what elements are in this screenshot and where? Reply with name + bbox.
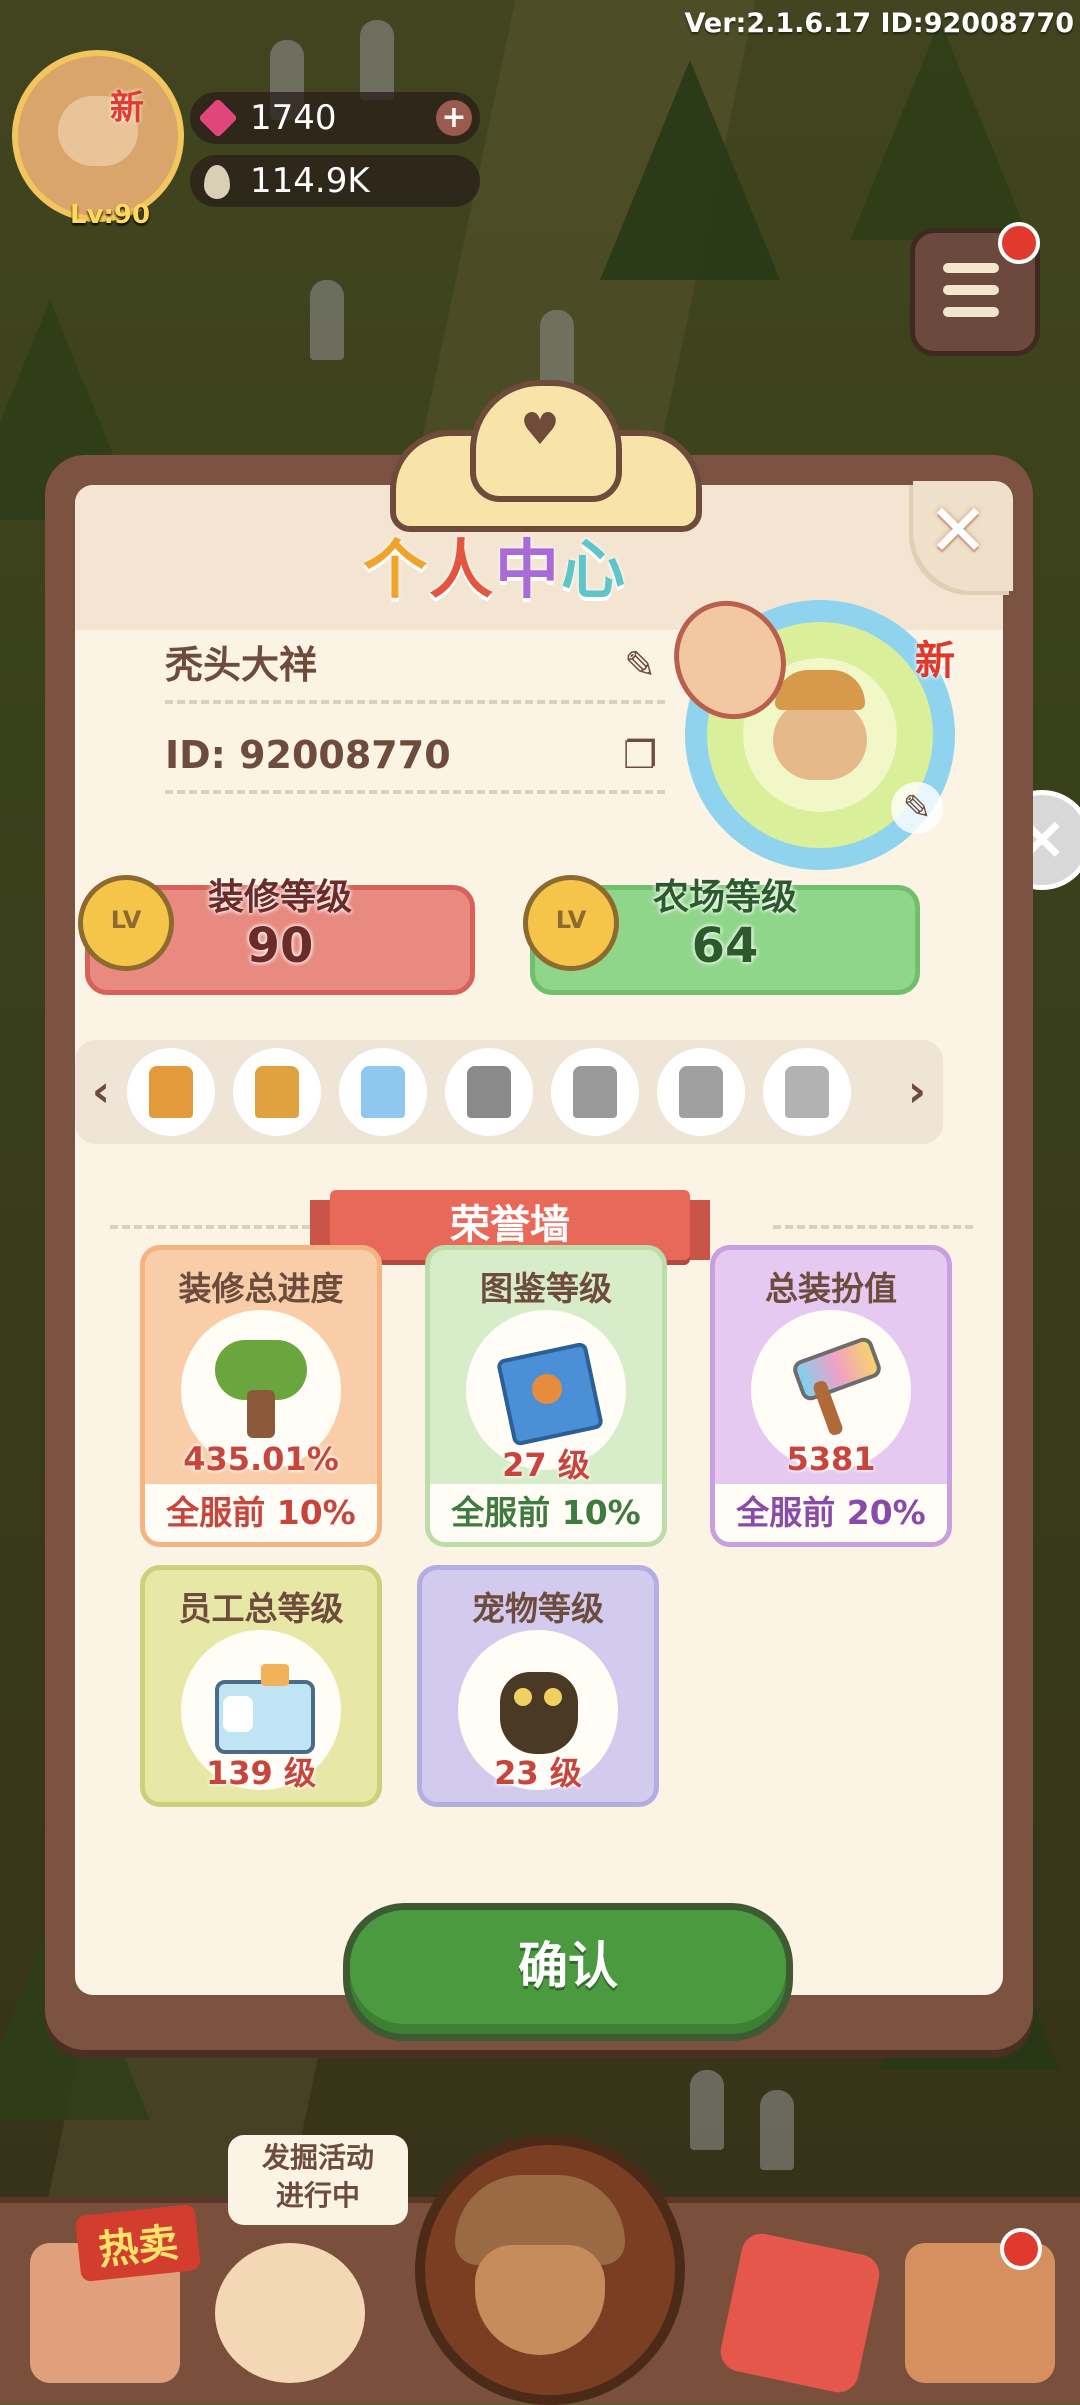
- edit-avatar-icon[interactable]: ✎: [891, 782, 943, 834]
- card-value: 139 级: [206, 1754, 316, 1792]
- cube-button[interactable]: [716, 2229, 884, 2397]
- decor-level-panel: LV 装修等级 90: [78, 875, 475, 995]
- chevron-left-icon[interactable]: ‹: [81, 1064, 121, 1120]
- acorn-nut: [475, 2245, 605, 2355]
- menu-icon: [943, 307, 999, 317]
- hot-sale-badge: 热卖: [74, 2203, 202, 2283]
- card-pet-level[interactable]: 宠物等级 23 级: [417, 1565, 659, 1807]
- event-line1: 发掘活动: [261, 2141, 374, 2174]
- player-id: ID: 92008770: [165, 733, 451, 777]
- card-value: 435.01%: [183, 1440, 339, 1478]
- event-bubble[interactable]: 发掘活动 进行中: [228, 2135, 408, 2225]
- divider: [110, 1225, 310, 1229]
- dialog-title: 个人中心: [45, 519, 945, 611]
- new-badge: 新: [915, 638, 955, 684]
- decor-level-value: 90: [246, 918, 314, 974]
- decor-level-label: 装修等级: [207, 877, 352, 918]
- event-drink-button[interactable]: [215, 2243, 365, 2383]
- copy-icon[interactable]: ❐: [615, 720, 665, 790]
- nickname: 秃头大祥: [165, 643, 318, 687]
- new-badge: 新: [110, 88, 144, 128]
- card-outfit-value[interactable]: 总装扮值 5381 全服前 20%: [710, 1245, 952, 1547]
- card-rank: 全服前 10%: [145, 1484, 377, 1542]
- gem-counter: 1740 +: [190, 92, 480, 144]
- version-label: Ver:2.1.6.17 ID:92008770: [684, 8, 1075, 39]
- card-title: 宠物等级: [472, 1589, 604, 1628]
- title-char: 中: [495, 534, 561, 608]
- trophy-shape: [785, 1066, 829, 1118]
- edit-pencil-icon[interactable]: ✎: [615, 630, 665, 700]
- event-line2: 进行中: [275, 2179, 360, 2212]
- card-value: 27 级: [502, 1446, 590, 1484]
- trophy-shape: [467, 1066, 511, 1118]
- card-title: 图鉴等级: [480, 1269, 612, 1308]
- trophy-shape: [679, 1066, 723, 1118]
- title-char: 个: [363, 534, 429, 608]
- heart-icon: ♥: [520, 404, 560, 455]
- card-title: 装修总进度: [178, 1269, 344, 1308]
- card-rank: 全服前 20%: [715, 1484, 947, 1542]
- owl-pet-icon: [492, 1660, 584, 1760]
- trophy-shape: [573, 1066, 617, 1118]
- acorn-main-button[interactable]: [415, 2135, 685, 2405]
- card-collection-level[interactable]: 图鉴等级 27 级 全服前 10%: [425, 1245, 667, 1547]
- notification-dot: [998, 222, 1040, 264]
- notification-dot: [1000, 2228, 1042, 2270]
- farm-level-value: 64: [691, 918, 759, 974]
- farm-level-panel: LV 农场等级 64: [523, 875, 920, 995]
- farm-level-label: 农场等级: [652, 877, 797, 918]
- paint-roller-icon: [785, 1334, 884, 1440]
- card-decor-progress[interactable]: 装修总进度 435.01% 全服前 10%: [140, 1245, 382, 1547]
- add-gems-button[interactable]: +: [436, 100, 472, 136]
- confirm-button[interactable]: 确认: [343, 1903, 793, 2041]
- dialog-crest: ♥: [390, 380, 702, 532]
- card-title: 员工总等级: [178, 1589, 344, 1628]
- silver-anvil-trophy-icon[interactable]: [445, 1048, 533, 1136]
- personal-center-dialog: ✕ ♥ 个人中心 秃头大祥 ✎ ID: 92008770 ❐ 新 ✎ LV 装修…: [45, 380, 1033, 2050]
- hamster-face: [773, 700, 867, 780]
- menu-icon: [943, 285, 999, 295]
- id-row: ID: 92008770 ❐: [165, 720, 665, 794]
- trophy-shape: [149, 1066, 193, 1118]
- card-value: 23 级: [494, 1754, 582, 1792]
- gem-icon: [198, 98, 238, 138]
- silver-mouse-trophy-icon[interactable]: [551, 1048, 639, 1136]
- divider: [773, 1225, 973, 1229]
- seed-value: 114.9K: [250, 161, 370, 201]
- silver-teapot-trophy-icon[interactable]: [657, 1048, 745, 1136]
- trophy-shape: [255, 1066, 299, 1118]
- card-staff-level[interactable]: 员工总等级 139 级: [140, 1565, 382, 1807]
- title-char: 人: [429, 534, 495, 608]
- nickname-row: 秃头大祥 ✎: [165, 630, 665, 704]
- trophy-carousel[interactable]: ‹ ›: [75, 1040, 943, 1144]
- chevron-right-icon[interactable]: ›: [897, 1064, 937, 1120]
- gem-value: 1740: [250, 98, 337, 138]
- player-level: Lv:90: [70, 200, 151, 230]
- tree-icon: [215, 1340, 307, 1440]
- card-value: 5381: [786, 1440, 876, 1478]
- card-rank: 全服前 10%: [430, 1484, 662, 1542]
- card-title: 总装扮值: [765, 1269, 897, 1308]
- title-char: 心: [561, 534, 627, 608]
- trophy-shape: [361, 1066, 405, 1118]
- player-avatar[interactable]: [12, 50, 184, 222]
- golden-tree-trophy-icon[interactable]: [127, 1048, 215, 1136]
- seed-counter: 114.9K: [190, 155, 480, 207]
- profile-avatar[interactable]: 新 ✎: [654, 582, 955, 870]
- seed-icon: [204, 165, 230, 199]
- menu-icon: [943, 263, 999, 273]
- hat: [775, 670, 865, 710]
- book-icon: [495, 1340, 605, 1447]
- golden-arch-trophy-icon[interactable]: [233, 1048, 321, 1136]
- silver-medal-trophy-icon[interactable]: [763, 1048, 851, 1136]
- id-card-icon: [215, 1660, 315, 1760]
- star-trophy-icon[interactable]: [339, 1048, 427, 1136]
